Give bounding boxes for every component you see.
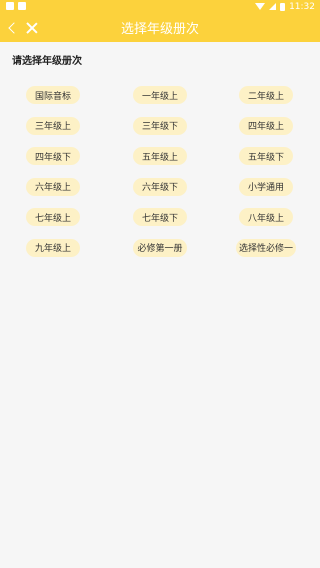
grade-option[interactable]: 三年级上 [26, 116, 80, 135]
grade-option[interactable]: 四年级上 [239, 116, 293, 135]
grade-option[interactable]: 四年级下 [26, 147, 80, 165]
notification-icon [18, 2, 26, 10]
notification-icon [6, 2, 14, 10]
grade-option[interactable]: 七年级下 [133, 208, 187, 226]
section-label: 请选择年级册次 [12, 56, 82, 67]
grade-option[interactable]: 三年级下 [133, 116, 187, 135]
grade-option[interactable]: 一年级上 [133, 86, 187, 104]
grade-option[interactable]: 六年级下 [133, 177, 187, 196]
signal-icon [269, 3, 277, 10]
status-bar: 11:32 [0, 0, 320, 13]
page-title: 选择年级册次 [120, 22, 199, 37]
grade-option[interactable]: 必修第一册 [133, 238, 187, 257]
status-indicators: 11:32 [255, 0, 315, 13]
grade-option[interactable]: 小学通用 [239, 177, 293, 196]
grade-option[interactable]: 六年级上 [26, 177, 80, 196]
battery-icon [280, 2, 286, 11]
chevron-left-icon [8, 21, 20, 34]
grade-option[interactable]: 九年级上 [26, 238, 80, 257]
grade-option[interactable]: 国际音标 [26, 86, 80, 104]
clock: 11:32 [289, 1, 315, 12]
grade-option[interactable]: 五年级下 [239, 147, 293, 165]
grade-option[interactable]: 七年级上 [26, 208, 80, 226]
grade-option[interactable]: 二年级上 [239, 86, 293, 104]
grade-option[interactable]: 五年级上 [133, 147, 187, 165]
notification-icons [6, 2, 26, 10]
back-button[interactable] [1, 13, 23, 42]
close-icon [26, 22, 38, 34]
grade-option[interactable]: 选择性必修一 [236, 238, 296, 257]
close-button[interactable] [21, 13, 43, 42]
grade-option[interactable]: 八年级上 [239, 208, 293, 226]
wifi-icon [255, 3, 266, 10]
toolbar: 选择年级册次 [0, 13, 320, 42]
